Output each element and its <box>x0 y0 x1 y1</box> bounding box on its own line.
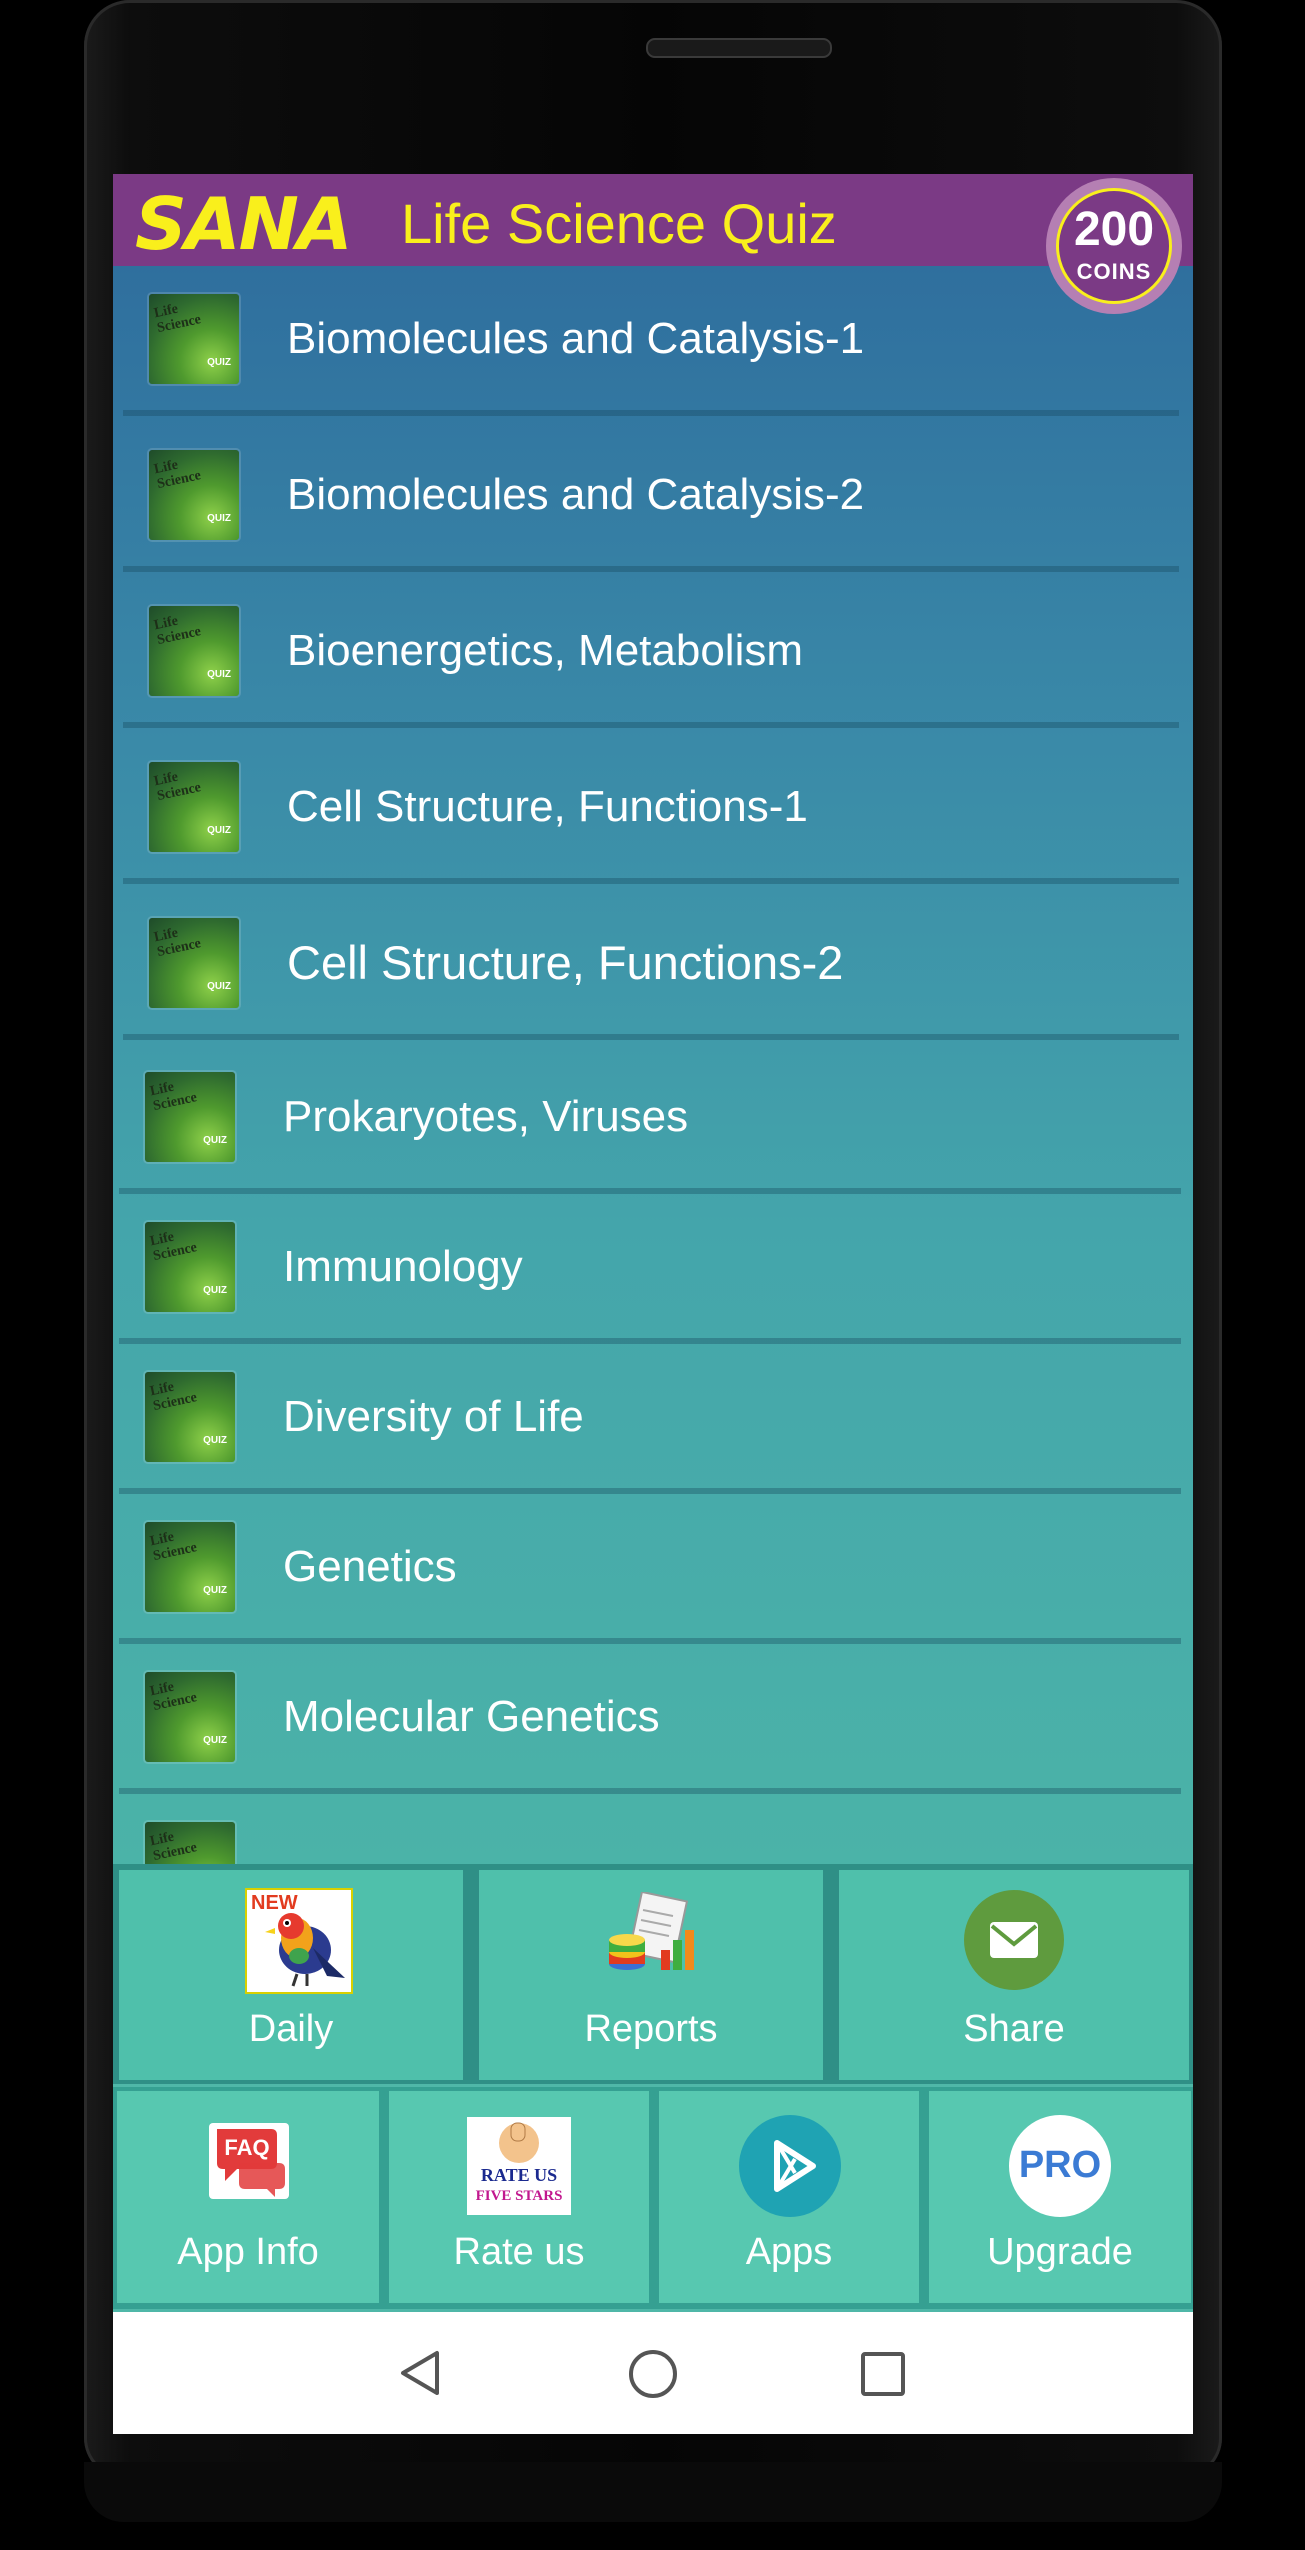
coins-badge[interactable]: 200 COINS <box>1046 178 1182 314</box>
coins-value: 200 <box>1073 203 1155 256</box>
recents-icon[interactable] <box>859 2350 907 2398</box>
home-icon[interactable] <box>627 2348 679 2400</box>
topic-row[interactable]: Life Science QUIZ Cell Structure, Functio… <box>123 894 1179 1040</box>
app-info-label: App Info <box>177 2231 319 2273</box>
life-science-quiz-icon: Life Science QUIZ <box>149 918 239 1008</box>
action-grid-bottom: FAQ App Info RATE US FIVE STARS Rate us <box>113 2087 1193 2309</box>
daily-label: Daily <box>248 2008 334 2050</box>
life-science-quiz-icon: Life Science QUIZ <box>149 762 239 852</box>
topic-row[interactable]: Life Science QUIZ Diversity of Life <box>119 1348 1181 1494</box>
action-grid-top: NEW Daily Reports Share <box>113 1864 1193 2084</box>
topic-row[interactable]: Life Science QUIZ Molecular Genetics <box>119 1648 1181 1794</box>
life-science-quiz-icon: Life Science QUIZ <box>149 606 239 696</box>
topic-row[interactable]: Life Science QUIZ Genetics <box>119 1498 1181 1644</box>
topic-row[interactable]: Life Science QUIZ Immunology <box>119 1198 1181 1344</box>
phone-chin <box>84 2462 1222 2522</box>
topic-label: Prokaryotes, Viruses <box>283 1092 689 1141</box>
play-icon <box>739 2115 841 2217</box>
reports-chart-icon <box>603 1890 703 1988</box>
life-science-quiz-icon: Life Science QUIZ <box>145 1222 235 1312</box>
topic-row[interactable]: Life Science QUIZ Biomolecules and Cataly… <box>123 270 1179 416</box>
back-icon[interactable] <box>395 2348 445 2398</box>
reports-label: Reports <box>584 2008 718 2050</box>
faq-icon: FAQ <box>209 2123 289 2199</box>
coins-label: COINS <box>1076 259 1152 284</box>
topic-list[interactable]: Life Science QUIZ Biomolecules and Cataly… <box>113 266 1193 1864</box>
daily-button[interactable]: NEW Daily <box>119 1870 463 2080</box>
app-header: SANA Life Science Quiz <box>113 174 1193 266</box>
share-label: Share <box>963 2008 1065 2050</box>
apps-button[interactable]: Apps <box>659 2091 919 2303</box>
topic-label: Molecular Genetics <box>283 1692 660 1741</box>
life-science-quiz-icon: Life Science QUIZ <box>145 1522 235 1612</box>
app-info-button[interactable]: FAQ App Info <box>117 2091 379 2303</box>
topic-label: Immunology <box>283 1242 523 1291</box>
upgrade-label: Upgrade <box>987 2231 1133 2273</box>
topic-label: Bioenergetics, Metabolism <box>287 626 804 675</box>
app-screen: SANA Life Science Quiz 200 COINS Life Sci… <box>113 174 1193 2434</box>
topic-label: Cell Structure, Functions-1 <box>287 782 808 831</box>
coins-badge-inner: 200 COINS <box>1056 188 1172 304</box>
life-science-quiz-icon: Life Science QUIZ <box>145 1372 235 1462</box>
life-science-quiz-icon: Life Science QUIZ <box>145 1072 235 1162</box>
speaker-grille <box>646 38 832 58</box>
topic-row-partial[interactable]: Life Science <box>119 1798 1181 1864</box>
life-science-quiz-icon: Life Science QUIZ <box>145 1672 235 1762</box>
life-science-quiz-icon: Life Science QUIZ <box>149 294 239 384</box>
rate-us-icon: RATE US FIVE STARS <box>467 2117 571 2215</box>
topic-row[interactable]: Life Science QUIZ Prokaryotes, Viruses <box>119 1048 1181 1194</box>
topic-row[interactable]: Life Science QUIZ Cell Structure, Functio… <box>123 738 1179 884</box>
topic-label: Cell Structure, Functions-2 <box>287 936 844 989</box>
life-science-quiz-icon: Life Science QUIZ <box>149 450 239 540</box>
rate-us-label: Rate us <box>453 2231 585 2273</box>
mail-icon <box>964 1890 1064 1990</box>
topic-row[interactable]: Life Science QUIZ Bioenergetics, Metaboli… <box>123 582 1179 728</box>
topic-label: Biomolecules and Catalysis-2 <box>287 470 865 519</box>
topic-row[interactable]: Life Science QUIZ Biomolecules and Cataly… <box>123 426 1179 572</box>
topic-label: Genetics <box>283 1542 457 1591</box>
rate-us-button[interactable]: RATE US FIVE STARS Rate us <box>389 2091 649 2303</box>
upgrade-button[interactable]: PRO Upgrade <box>929 2091 1191 2303</box>
reports-button[interactable]: Reports <box>479 1870 823 2080</box>
system-nav-bar <box>113 2312 1193 2434</box>
topic-label: Diversity of Life <box>283 1392 584 1441</box>
apps-label: Apps <box>745 2231 833 2273</box>
sana-logo: SANA <box>135 182 353 266</box>
life-science-quiz-icon: Life Science <box>145 1822 235 1864</box>
pro-icon: PRO <box>1009 2115 1111 2217</box>
topic-label: Biomolecules and Catalysis-1 <box>287 314 865 363</box>
app-title: Life Science Quiz <box>401 192 837 255</box>
new-bird-icon: NEW <box>245 1888 353 1994</box>
share-button[interactable]: Share <box>839 1870 1189 2080</box>
